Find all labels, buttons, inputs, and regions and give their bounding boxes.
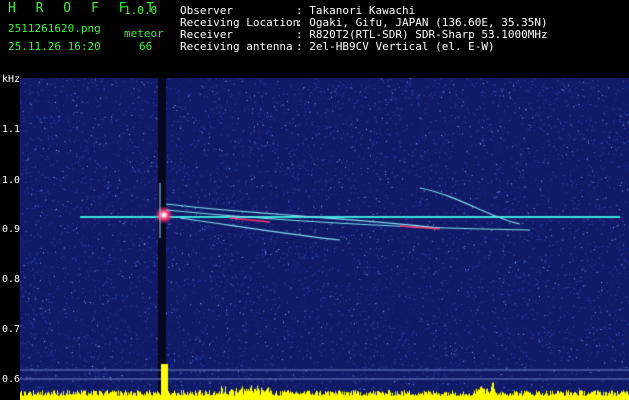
y-tick-0.8: 0.8 [2, 274, 21, 285]
y-tick-0.9: 0.9 [2, 224, 21, 235]
timestamp: 25.11.26 16:20 [8, 40, 101, 53]
y-tick-0.7: 0.7 [2, 324, 21, 335]
event-type: meteor [124, 27, 164, 40]
image-filename: 2511261620.png [8, 22, 101, 35]
y-tick-1.0: 1.0 [2, 175, 21, 186]
antenna-label: Receiving antenna [180, 40, 293, 53]
spectrogram-canvas [20, 78, 629, 400]
y-unit-label: kHz [2, 74, 21, 85]
y-tick-1.1: 1.1 [2, 124, 21, 135]
y-tick-0.6: 0.6 [2, 374, 21, 385]
antenna-value: : 2el-HB9CV Vertical (el. E-W) [296, 40, 495, 53]
event-count: 66 [139, 40, 153, 53]
hrofft-screen: H R O F F T 1.0.0 2511261620.png meteor … [0, 0, 629, 400]
app-version: 1.0.0 [124, 4, 158, 17]
